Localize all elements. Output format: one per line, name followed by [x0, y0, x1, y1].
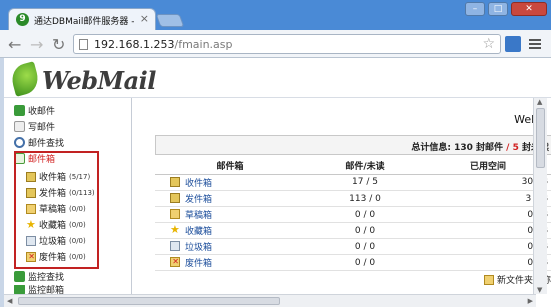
reload-icon[interactable]: ↻ [52, 35, 65, 54]
trash-icon [170, 241, 180, 251]
forward-arrow-icon[interactable]: → [30, 35, 43, 54]
receive-mail-icon [14, 105, 25, 116]
minimize-button[interactable]: – [465, 2, 485, 16]
main-panel: Welco 总计信息: 130 封邮件 / 5 封未读 邮件箱 邮件/未读 已用… [140, 98, 551, 294]
folder-item-junk[interactable]: 垃圾箱 (0/0) [26, 234, 86, 247]
folder-icon [483, 274, 494, 285]
extension-icon[interactable] [505, 36, 521, 52]
table-row: 发件箱 113 / 0 3 MB [155, 190, 551, 207]
vertical-scrollbar[interactable]: ▲ ▼ [533, 98, 547, 294]
wrench-menu-icon[interactable] [527, 36, 543, 52]
search-icon [14, 137, 25, 148]
mailbox-link[interactable]: 废件箱 [185, 256, 212, 269]
table-row: 垃圾箱 0 / 0 0 KB [155, 238, 551, 255]
browser-titlebar: 9 通达DBMail邮件服务器 - V × – □ ✕ [0, 0, 551, 30]
browser-tab[interactable]: 9 通达DBMail邮件服务器 - V × [8, 8, 156, 30]
trash-icon [26, 235, 36, 246]
inbox-folder-icon [170, 177, 180, 187]
table-row: 草稿箱 0 / 0 0 KB [155, 206, 551, 223]
bookmark-star-icon[interactable]: ☆ [482, 36, 495, 52]
star-icon: ★ [26, 217, 36, 231]
tab-title: 通达DBMail邮件服务器 - V [34, 17, 134, 27]
sent-folder-icon [170, 193, 180, 203]
sent-folder-icon [26, 187, 36, 198]
mailbox-link[interactable]: 收件箱 [185, 176, 212, 189]
deleted-folder-icon: ✕ [170, 257, 180, 267]
folder-item-drafts[interactable]: 草稿箱 (0/0) [26, 202, 86, 215]
scroll-left-icon[interactable]: ◀ [7, 297, 12, 305]
browser-toolbar: ← → ↻ 192.168.1.253/fmain.asp ☆ [0, 30, 551, 58]
monitor-mailbox-icon [14, 285, 25, 294]
header-mailbox: 邮件箱 [155, 158, 305, 175]
page-content: WebMail 收邮件 写邮件 邮件查找 邮件箱 收件箱 (5/17) 发件箱 [0, 58, 551, 307]
star-icon: ★ [170, 223, 180, 236]
new-tab-button[interactable] [155, 14, 185, 27]
mailbox-link[interactable]: 草稿箱 [185, 208, 212, 221]
drafts-folder-icon [26, 203, 36, 214]
folder-item-favorites[interactable]: ★ 收藏箱 (0/0) [26, 217, 86, 232]
header-mail-unread: 邮件/未读 [305, 158, 425, 175]
address-url: 192.168.1.253/fmain.asp [94, 38, 233, 51]
vertical-scroll-thumb[interactable] [536, 108, 545, 168]
scroll-down-icon[interactable]: ▼ [537, 286, 542, 294]
table-row: ★收藏箱 0 / 0 0 KB [155, 222, 551, 239]
site-favicon-icon: 9 [16, 13, 29, 26]
leaf-logo-icon [8, 61, 42, 97]
compose-icon [14, 121, 25, 132]
maximize-button[interactable]: □ [488, 2, 508, 16]
mailbox-link[interactable]: 发件箱 [185, 192, 212, 205]
inbox-folder-icon [26, 171, 36, 182]
tab-close-icon[interactable]: × [140, 12, 149, 25]
nav-receive-mail[interactable]: 收邮件 [14, 104, 55, 117]
deleted-folder-icon: ✕ [26, 251, 36, 262]
left-navigation: 收邮件 写邮件 邮件查找 邮件箱 收件箱 (5/17) 发件箱 (0/113) … [4, 98, 132, 294]
folder-item-deleted[interactable]: ✕ 废件箱 (0/0) [26, 250, 86, 263]
scroll-up-icon[interactable]: ▲ [537, 98, 542, 106]
summary-label: 总计信息: [411, 143, 451, 153]
mailbox-link[interactable]: 垃圾箱 [185, 240, 212, 253]
drafts-folder-icon [170, 209, 180, 219]
monitor-icon [14, 271, 25, 282]
scroll-right-icon[interactable]: ▶ [528, 297, 533, 305]
folder-item-inbox[interactable]: 收件箱 (5/17) [26, 170, 90, 183]
nav-mail-search[interactable]: 邮件查找 [14, 136, 64, 149]
close-window-button[interactable]: ✕ [511, 2, 547, 16]
page-icon [79, 39, 88, 50]
table-row: ✕废件箱 0 / 0 0 KB [155, 254, 551, 271]
horizontal-scroll-thumb[interactable] [18, 297, 280, 305]
nav-compose[interactable]: 写邮件 [14, 120, 55, 133]
address-bar[interactable]: 192.168.1.253/fmain.asp ☆ [73, 34, 501, 54]
summary-bar: 总计信息: 130 封邮件 / 5 封未读 [155, 135, 551, 155]
logo-text: WebMail [42, 66, 156, 95]
mailbox-link[interactable]: 收藏箱 [185, 224, 212, 237]
mailbox-table: 邮件箱 邮件/未读 已用空间 收件箱 17 / 5 30 KB 发件箱 113 … [155, 158, 551, 271]
summary-total: 130 封邮件 [454, 143, 504, 153]
table-row: 收件箱 17 / 5 30 KB [155, 174, 551, 191]
nav-monitor-search[interactable]: 监控查找 [14, 270, 64, 283]
folder-item-sent[interactable]: 发件箱 (0/113) [26, 186, 95, 199]
back-arrow-icon[interactable]: ← [8, 35, 21, 54]
nav-monitor-mailbox[interactable]: 监控邮箱 [14, 285, 64, 294]
horizontal-scrollbar[interactable]: ◀ ▶ [4, 294, 536, 307]
